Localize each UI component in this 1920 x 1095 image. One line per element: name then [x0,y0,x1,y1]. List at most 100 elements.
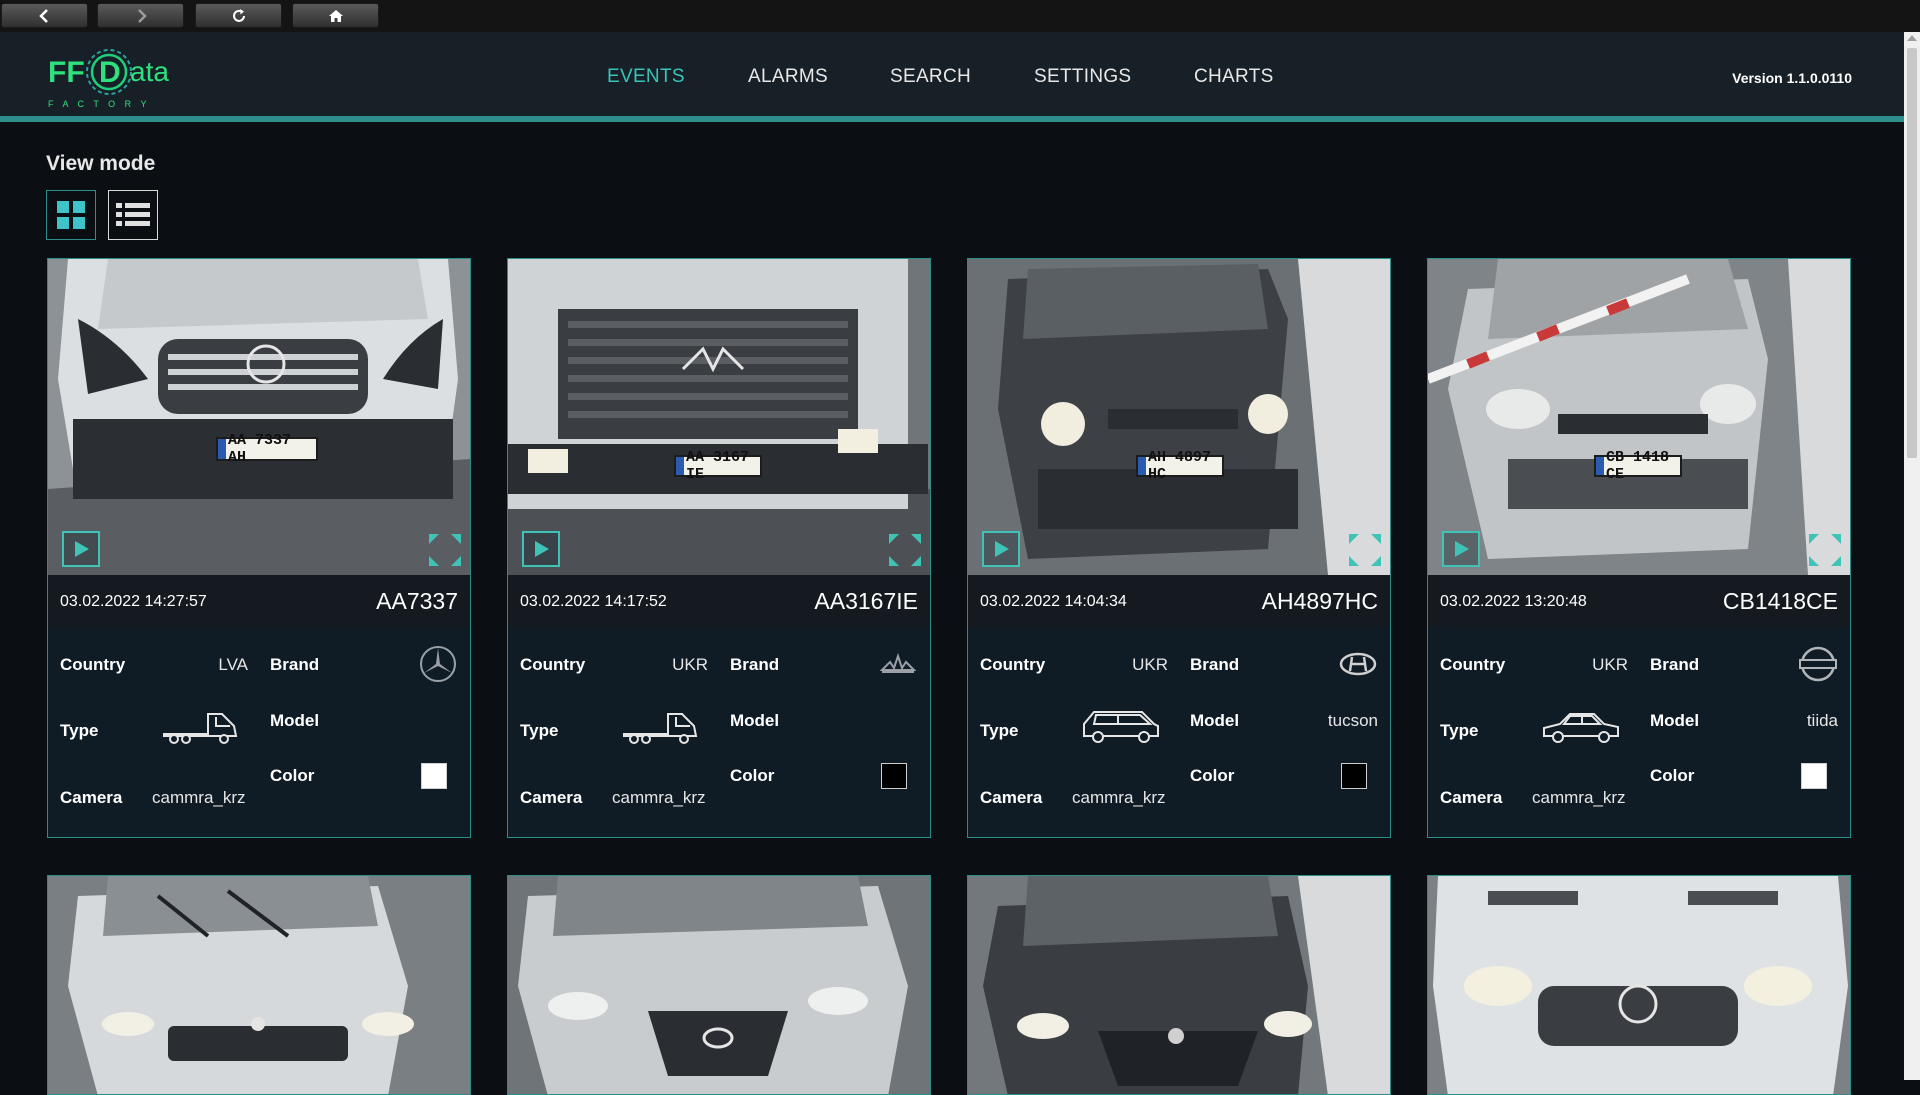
event-plate: CB1418CE [1722,588,1838,614]
color-swatch [881,763,907,789]
color-swatch [421,763,447,789]
van-photo-icon [1428,876,1850,1094]
model-value: tucson [1327,711,1378,730]
play-video-button[interactable] [522,531,560,567]
truck-icon [623,713,698,744]
event-header: 03.02.2022 14:17:52 AA3167IE [508,575,930,627]
page-scrollbar[interactable] [1904,32,1920,1080]
brand-label: Brand [1190,655,1240,674]
photo-plate: AA 3167 IE [674,449,762,483]
home-button[interactable] [292,3,379,28]
grid-view-button[interactable] [46,190,96,240]
color-label: Color [270,766,315,785]
event-photo[interactable]: AA 3167 IE [508,259,930,575]
event-card[interactable] [1427,875,1851,1095]
event-datetime: 03.02.2022 14:04:34 [980,593,1127,610]
event-header: 03.02.2022 14:04:34 AH4897HC [968,575,1390,627]
event-photo[interactable]: AH 4897 HC [968,259,1390,575]
event-datetime: 03.02.2022 14:17:52 [520,593,667,610]
event-plate: AA3167IE [814,588,918,614]
main-nav: EVENTS ALARMS SEARCH SETTINGS CHARTS [0,32,1904,122]
event-card[interactable]: AH 4897 HC 03.02.2022 14:04:34 AH4897HC … [967,258,1391,838]
event-photo[interactable]: CB 1418 CE [1428,259,1850,575]
van-photo-icon [48,259,470,575]
country-value: LVA [218,655,248,674]
play-icon [535,541,549,557]
event-photo[interactable]: AA 7337 AH [48,259,470,575]
play-icon [1455,541,1469,557]
nav-search[interactable]: SEARCH [890,66,971,88]
event-card[interactable] [507,875,931,1095]
expand-icon[interactable] [426,531,464,569]
expand-icon[interactable] [1346,531,1384,569]
event-card[interactable]: CB 1418 CE 03.02.2022 13:20:48 CB1418CE … [1427,258,1851,838]
event-card[interactable] [47,875,471,1095]
play-video-button[interactable] [982,531,1020,567]
nav-events[interactable]: EVENTS [607,66,685,88]
color-swatch [1341,763,1367,789]
country-value: UKR [1592,655,1628,674]
truck-icon [163,713,238,744]
photo-plate: AA 7337 AH [216,432,318,466]
brand-label: Brand [730,655,780,674]
camera-value: cammra_krz [1532,788,1626,807]
list-icon [116,203,150,226]
camera-value: cammra_krz [612,788,706,807]
camera-value: cammra_krz [152,788,246,807]
model-label: Model [1650,711,1700,730]
suv-photo-icon [48,876,470,1094]
version-label: Version 1.1.0.0110 [1732,70,1852,86]
suv-icon [1083,711,1159,743]
color-swatch [1801,763,1827,789]
scroll-thumb[interactable] [1907,48,1917,458]
scroll-up-icon[interactable] [1907,35,1917,41]
brand-label: Brand [1650,655,1700,674]
suv-photo-icon [968,259,1390,575]
event-card[interactable] [967,875,1391,1095]
photo-plate: CB 1418 CE [1594,449,1682,483]
nav-alarms[interactable]: ALARMS [748,66,828,88]
refresh-button[interactable] [195,3,282,28]
country-value: UKR [672,655,708,674]
back-button[interactable] [1,3,88,28]
play-video-button[interactable] [62,531,100,567]
play-icon [75,541,89,557]
event-datetime: 03.02.2022 14:27:57 [60,593,207,610]
color-label: Color [1650,766,1695,785]
event-header: 03.02.2022 13:20:48 CB1418CE [1428,575,1850,627]
nav-charts[interactable]: CHARTS [1194,66,1274,88]
event-plate: AA7337 [376,588,458,614]
country-label: Country [980,655,1046,674]
photo-plate: AH 4897 HC [1136,449,1224,483]
event-card[interactable]: AA 7337 AH 03.02.2022 14:27:57 AA7337 Co… [47,258,471,838]
hyundai-logo-icon [1339,652,1377,676]
truck-photo-icon [508,259,930,575]
forward-button[interactable] [97,3,184,28]
app-header: FF D ata F A C T O R Y EVENTS ALARMS SEA… [0,32,1904,122]
list-view-button[interactable] [108,190,158,240]
country-value: UKR [1132,655,1168,674]
nissan-logo-icon [1799,646,1837,682]
view-mode-label: View mode [46,152,156,175]
camera-label: Camera [980,788,1043,807]
event-datetime: 03.02.2022 13:20:48 [1440,593,1587,610]
event-card[interactable]: AA 3167 IE 03.02.2022 14:17:52 AA3167IE … [507,258,931,838]
browser-toolbar [0,0,1920,32]
color-label: Color [1190,766,1235,785]
camera-label: Camera [60,788,123,807]
expand-icon[interactable] [886,531,924,569]
model-value: tiida [1806,711,1838,730]
nav-settings[interactable]: SETTINGS [1034,66,1131,88]
skoda-photo-icon [968,876,1390,1094]
expand-icon[interactable] [1806,531,1844,569]
play-icon [995,541,1009,557]
type-label: Type [60,721,99,740]
type-label: Type [520,721,559,740]
play-video-button[interactable] [1442,531,1480,567]
camera-value: cammra_krz [1072,788,1166,807]
grid-icon [57,201,85,229]
event-plate: AH4897HC [1261,588,1378,614]
country-label: Country [1440,655,1506,674]
forward-icon [137,8,147,23]
event-header: 03.02.2022 14:27:57 AA7337 [48,575,470,627]
